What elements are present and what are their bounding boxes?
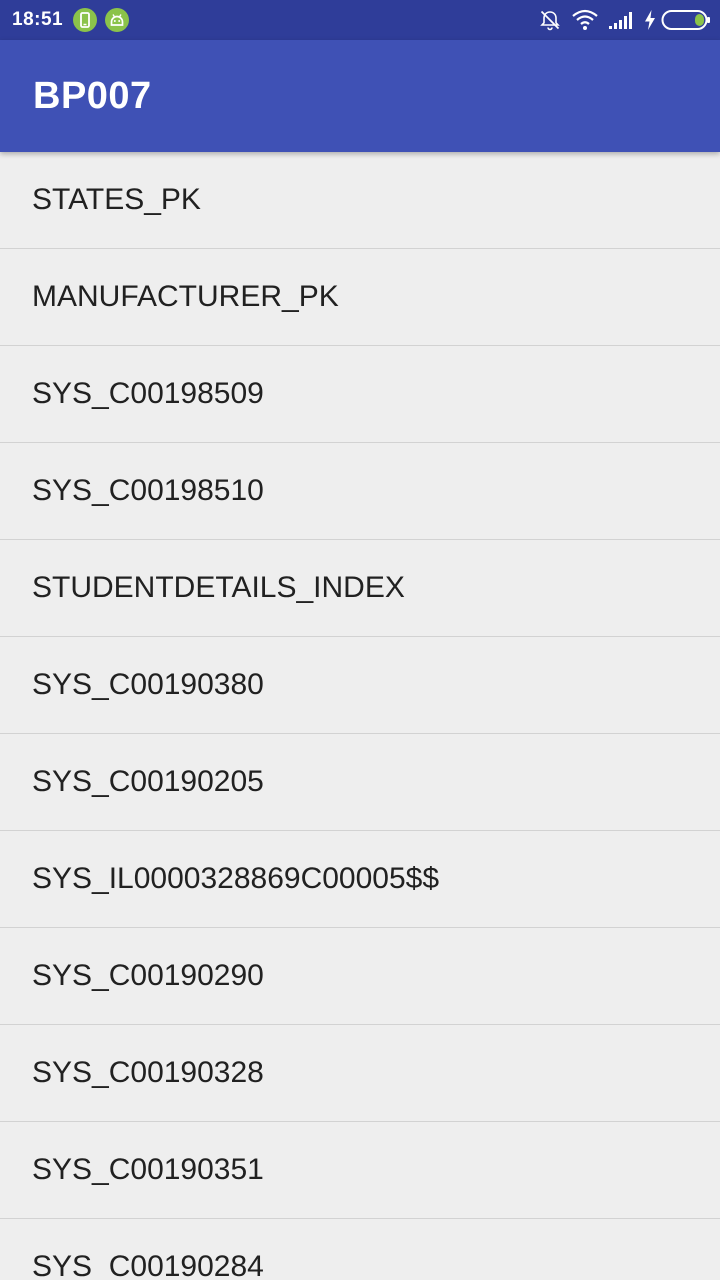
- android-robot-icon: [105, 8, 129, 32]
- list-item[interactable]: SYS_C00190380: [0, 637, 720, 734]
- list-item-label: STATES_PK: [32, 183, 201, 216]
- list-item[interactable]: SYS_C00198510: [0, 443, 720, 540]
- list-item-label: MANUFACTURER_PK: [32, 280, 339, 313]
- charging-icon: [645, 10, 655, 30]
- list-item-label: SYS_C00190205: [32, 765, 264, 798]
- status-time: 18:51: [12, 9, 64, 30]
- list-item[interactable]: SYS_C00190328: [0, 1025, 720, 1122]
- index-list[interactable]: STATES_PK MANUFACTURER_PK SYS_C00198509 …: [0, 152, 720, 1280]
- list-item-label: SYS_C00198510: [32, 474, 264, 507]
- list-item-label: SYS_C00190380: [32, 668, 264, 701]
- battery-icon: [661, 10, 710, 30]
- list-item-label: SYS_IL0000328869C00005$$: [32, 862, 440, 895]
- wifi-icon: [572, 9, 598, 30]
- list-item-label: SYS_C00190328: [32, 1056, 264, 1089]
- app-bar: BP007: [0, 40, 720, 152]
- status-bar: 18:51: [0, 0, 720, 40]
- list-item[interactable]: SYS_C00198509: [0, 346, 720, 443]
- app-title: BP007: [33, 75, 152, 117]
- list-item[interactable]: SYS_C00190351: [0, 1122, 720, 1219]
- list-item[interactable]: STUDENTDETAILS_INDEX: [0, 540, 720, 637]
- list-item[interactable]: SYS_C00190290: [0, 928, 720, 1025]
- list-item-label: STUDENTDETAILS_INDEX: [32, 571, 405, 604]
- bell-off-icon: [540, 10, 560, 31]
- list-item[interactable]: SYS_C00190284: [0, 1219, 720, 1280]
- list-item-label: SYS_C00190290: [32, 959, 264, 992]
- android-phone-icon: [73, 8, 97, 32]
- list-item[interactable]: STATES_PK: [0, 152, 720, 249]
- list-item[interactable]: SYS_C00190205: [0, 734, 720, 831]
- signal-icon: [609, 12, 632, 29]
- list-item-label: SYS_C00190284: [32, 1250, 264, 1280]
- list-item[interactable]: MANUFACTURER_PK: [0, 249, 720, 346]
- list-item[interactable]: SYS_IL0000328869C00005$$: [0, 831, 720, 928]
- list-item-label: SYS_C00190351: [32, 1153, 264, 1186]
- list-item-label: SYS_C00198509: [32, 377, 264, 410]
